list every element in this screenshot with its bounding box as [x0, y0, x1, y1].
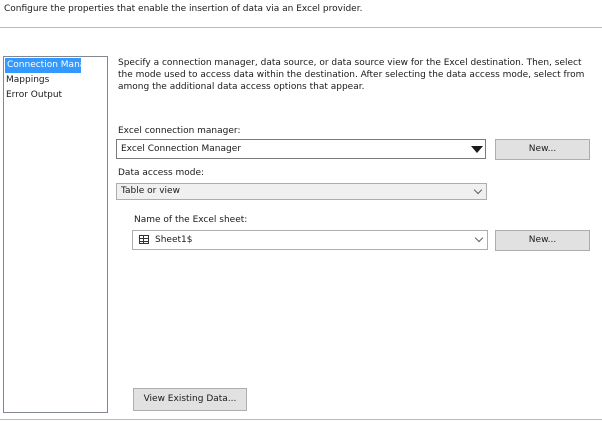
page-header-description: Configure the properties that enable the… — [4, 4, 363, 14]
bottom-divider — [0, 419, 602, 420]
new-sheet-button[interactable]: New... — [495, 230, 590, 251]
data-access-mode-value: Table or view — [121, 186, 180, 196]
connection-manager-label: Excel connection manager: — [118, 126, 241, 136]
dropdown-arrow-icon — [471, 146, 483, 153]
new-connection-button[interactable]: New... — [495, 139, 590, 160]
table-icon — [139, 235, 149, 244]
nav-item-error-output[interactable]: Error Output — [4, 88, 107, 103]
excel-sheet-label: Name of the Excel sheet: — [134, 215, 248, 225]
data-access-mode-select[interactable]: Table or view — [116, 183, 487, 200]
data-access-mode-label: Data access mode: — [118, 168, 205, 178]
navigation-list[interactable]: Connection Manager Mappings Error Output — [3, 56, 108, 413]
chevron-down-icon — [474, 233, 484, 243]
excel-sheet-select[interactable]: Sheet1$ — [132, 230, 488, 250]
destination-description: Specify a connection manager, data sourc… — [118, 58, 585, 92]
excel-sheet-value: Sheet1$ — [155, 235, 193, 245]
nav-item-mappings[interactable]: Mappings — [4, 73, 107, 88]
nav-item-connection-manager[interactable]: Connection Manager — [5, 58, 100, 73]
connection-manager-select[interactable]: Excel Connection Manager — [116, 139, 486, 159]
connection-manager-value: Excel Connection Manager — [121, 144, 241, 154]
view-existing-data-button[interactable]: View Existing Data... — [133, 388, 247, 411]
header-divider — [0, 27, 602, 28]
chevron-down-icon — [473, 185, 483, 195]
